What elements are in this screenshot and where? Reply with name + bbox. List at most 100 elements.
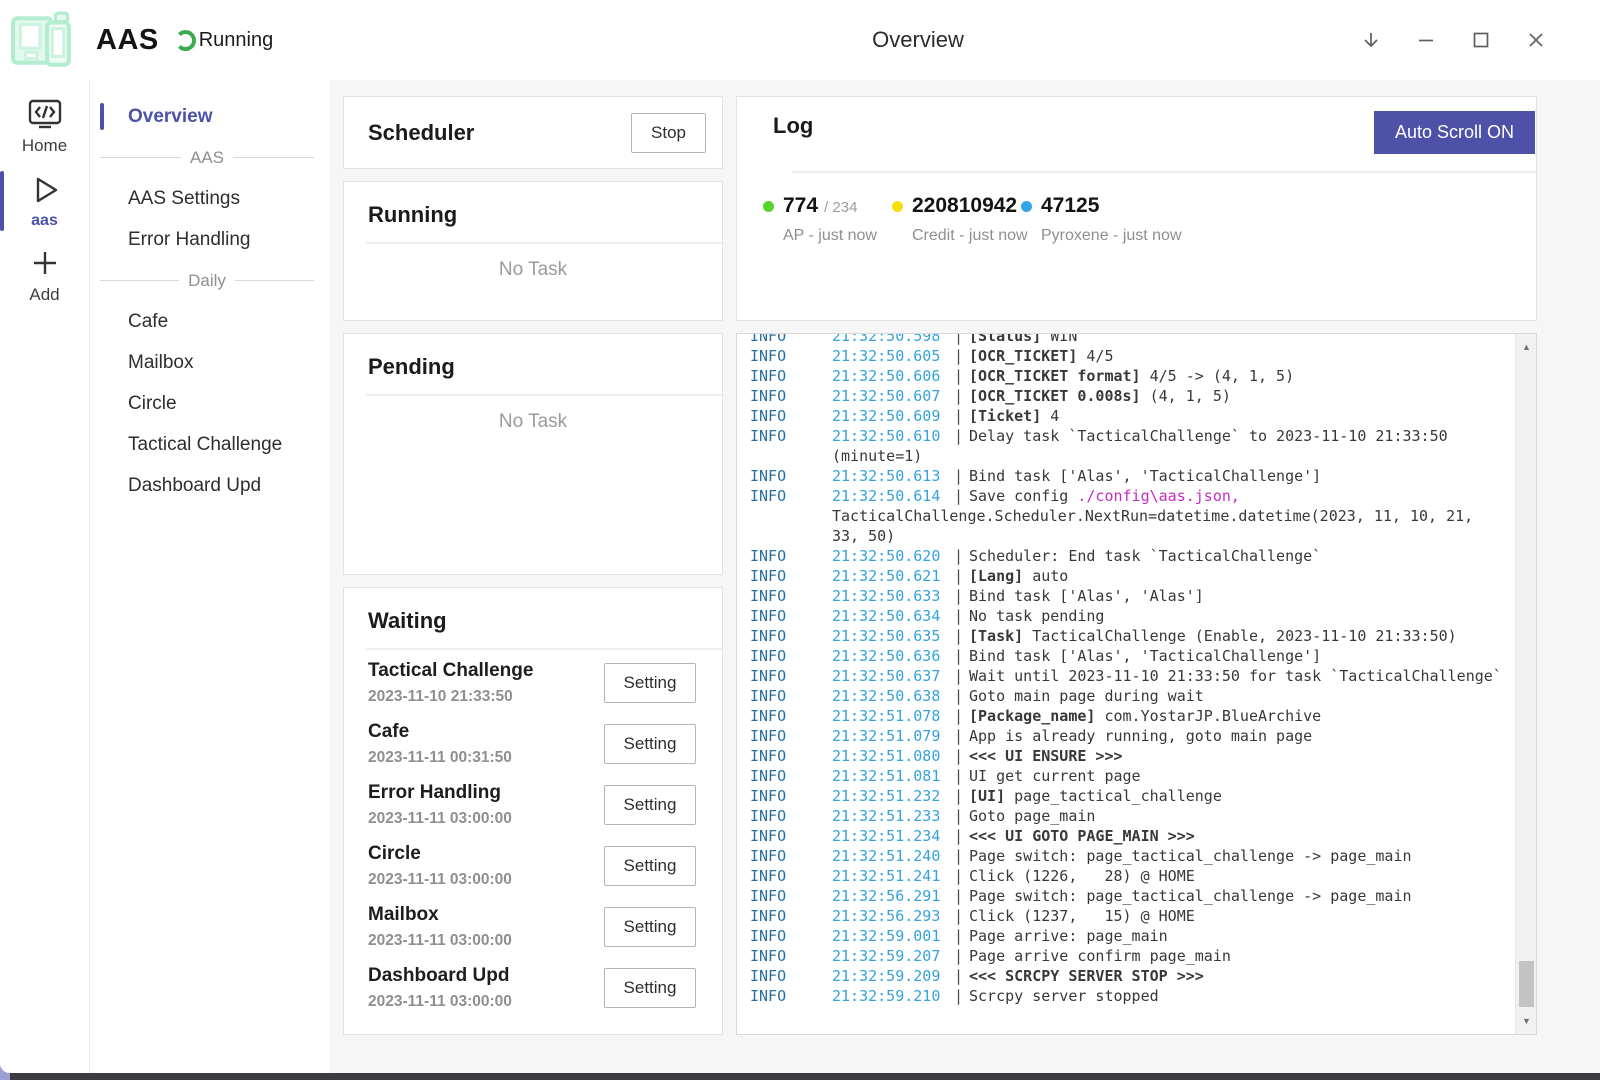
app-logo-icon: [10, 11, 76, 69]
log-separator: |: [954, 366, 969, 386]
log-stat-item: 774/ 234AP - just now: [763, 194, 892, 245]
log-message: <<< SCRCPY SERVER STOP >>>: [969, 966, 1515, 986]
log-level: INFO: [750, 386, 832, 406]
main-content: Scheduler Stop Running No Task Pending N…: [330, 80, 1600, 1073]
task-name: Error Handling: [368, 782, 604, 804]
waiting-task-row: Tactical Challenge2023-11-10 21:33:50Set…: [344, 652, 722, 713]
maximize-button[interactable]: [1461, 18, 1501, 62]
stat-body: 774/ 234AP - just now: [783, 194, 877, 245]
log-separator: |: [954, 686, 969, 706]
sidebar-item-circle[interactable]: Circle: [90, 383, 330, 424]
task-info: Dashboard Upd2023-11-11 03:00:00: [368, 965, 604, 1011]
task-next-run-time: 2023-11-11 03:00:00: [368, 871, 604, 889]
scheduler-title: Scheduler: [368, 120, 474, 146]
log-level: INFO: [750, 626, 832, 646]
log-timestamp: 21:32:50.621: [832, 566, 954, 586]
minimize-button[interactable]: [1406, 18, 1446, 62]
log-timestamp: 21:32:59.209: [832, 966, 954, 986]
log-level: INFO: [750, 486, 832, 506]
log-message: Bind task ['Alas', 'TacticalChallenge']: [969, 646, 1515, 666]
log-message: Save config ./config\aas.json,: [969, 486, 1515, 506]
log-scrollbar[interactable]: ▲ ▼: [1515, 334, 1536, 1034]
log-level: INFO: [750, 466, 832, 486]
log-message: Scrcpy server stopped: [969, 986, 1515, 1006]
log-message: Scheduler: End task `TacticalChallenge`: [969, 546, 1515, 566]
log-separator: |: [954, 566, 969, 586]
sidebar-item-label: AAS Settings: [128, 188, 240, 210]
sidebar-item-error-handling[interactable]: Error Handling: [90, 219, 330, 260]
log-line: INFO21:32:51.078|[Package_name] com.Yost…: [750, 706, 1515, 726]
scrollbar-up-button[interactable]: ▲: [1516, 336, 1537, 358]
sidebar-item-tactical-challenge[interactable]: Tactical Challenge: [90, 424, 330, 465]
log-header: Log Auto Scroll ON: [737, 97, 1536, 154]
log-line: INFO21:32:59.210|Scrcpy server stopped: [750, 986, 1515, 1006]
waiting-task-row: Circle2023-11-11 03:00:00Setting: [344, 835, 722, 896]
task-setting-button[interactable]: Setting: [604, 724, 696, 764]
log-line: (minute=1): [750, 446, 1515, 466]
rail-item-home[interactable]: Home: [0, 90, 89, 164]
sidebar-item-cafe[interactable]: Cafe: [90, 301, 330, 342]
log-line: INFO21:32:51.232|[UI] page_tactical_chal…: [750, 786, 1515, 806]
log-separator: |: [954, 986, 969, 1006]
log-level: INFO: [750, 946, 832, 966]
log-line: INFO21:32:51.241|Click (1226, 28) @ HOME: [750, 866, 1515, 886]
task-setting-button[interactable]: Setting: [604, 907, 696, 947]
waiting-task-row: Dashboard Upd2023-11-11 03:00:00Setting: [344, 957, 722, 1018]
rail-item-add[interactable]: Add: [0, 238, 89, 312]
plus-icon: [28, 246, 62, 280]
log-separator: |: [954, 646, 969, 666]
log-message: <<< UI GOTO PAGE_MAIN >>>: [969, 826, 1515, 846]
log-timestamp: 21:32:56.291: [832, 886, 954, 906]
sidebar-item-label: Circle: [128, 393, 177, 415]
stop-button[interactable]: Stop: [631, 113, 706, 153]
log-message: Goto main page during wait: [969, 686, 1515, 706]
log-level: INFO: [750, 926, 832, 946]
log-line: INFO21:32:50.635|[Task] TacticalChalleng…: [750, 626, 1515, 646]
log-message: No task pending: [969, 606, 1515, 626]
log-line: INFO21:32:51.240|Page switch: page_tacti…: [750, 846, 1515, 866]
sidebar-item-aas-settings[interactable]: AAS Settings: [90, 178, 330, 219]
play-icon: [28, 173, 62, 207]
log-timestamp: 21:32:50.606: [832, 366, 954, 386]
log-separator: |: [954, 666, 969, 686]
task-info: Mailbox2023-11-11 03:00:00: [368, 904, 604, 950]
log-message: (minute=1): [832, 446, 1515, 466]
task-setting-button[interactable]: Setting: [604, 846, 696, 886]
task-setting-button[interactable]: Setting: [604, 968, 696, 1008]
task-name: Cafe: [368, 721, 604, 743]
log-separator: |: [954, 966, 969, 986]
close-button[interactable]: [1516, 18, 1556, 62]
log-message: Page switch: page_tactical_challenge -> …: [969, 886, 1515, 906]
waiting-card: Waiting Tactical Challenge2023-11-10 21:…: [343, 587, 723, 1035]
rail-item-aas[interactable]: aas: [0, 164, 89, 238]
log-line: INFO21:32:51.080|<<< UI ENSURE >>>: [750, 746, 1515, 766]
sidebar-item-mailbox[interactable]: Mailbox: [90, 342, 330, 383]
log-line: INFO21:32:50.620|Scheduler: End task `Ta…: [750, 546, 1515, 566]
minimize-to-tray-button[interactable]: [1351, 18, 1391, 62]
divider-line: [235, 280, 314, 281]
nav-rail: Home aas Add: [0, 80, 90, 1073]
log-line: INFO21:32:50.609|[Ticket] 4: [750, 406, 1515, 426]
task-info: Circle2023-11-11 03:00:00: [368, 843, 604, 889]
stat-total: / 234: [824, 199, 857, 216]
task-setting-button[interactable]: Setting: [604, 663, 696, 703]
sidebar-item-label: Cafe: [128, 311, 168, 333]
divider-line: [100, 280, 179, 281]
log-level: INFO: [750, 866, 832, 886]
log-level: INFO: [750, 846, 832, 866]
log-timestamp: 21:32:51.078: [832, 706, 954, 726]
task-setting-button[interactable]: Setting: [604, 785, 696, 825]
auto-scroll-button[interactable]: Auto Scroll ON: [1374, 111, 1535, 154]
sidebar-item-dashboard-upd[interactable]: Dashboard Upd: [90, 465, 330, 506]
log-line: INFO21:32:50.637|Wait until 2023-11-10 2…: [750, 666, 1515, 686]
task-name: Dashboard Upd: [368, 965, 604, 987]
log-level: INFO: [750, 806, 832, 826]
sidebar-item-overview[interactable]: Overview: [90, 96, 330, 137]
task-next-run-time: 2023-11-11 03:00:00: [368, 810, 604, 828]
desktop-stage: AAS Running Overview: [0, 0, 1600, 1080]
rail-item-label: Home: [22, 136, 67, 156]
scrollbar-thumb[interactable]: [1519, 961, 1534, 1007]
active-indicator: [0, 171, 4, 231]
maximize-icon: [1470, 29, 1492, 51]
scrollbar-down-button[interactable]: ▼: [1516, 1010, 1537, 1032]
